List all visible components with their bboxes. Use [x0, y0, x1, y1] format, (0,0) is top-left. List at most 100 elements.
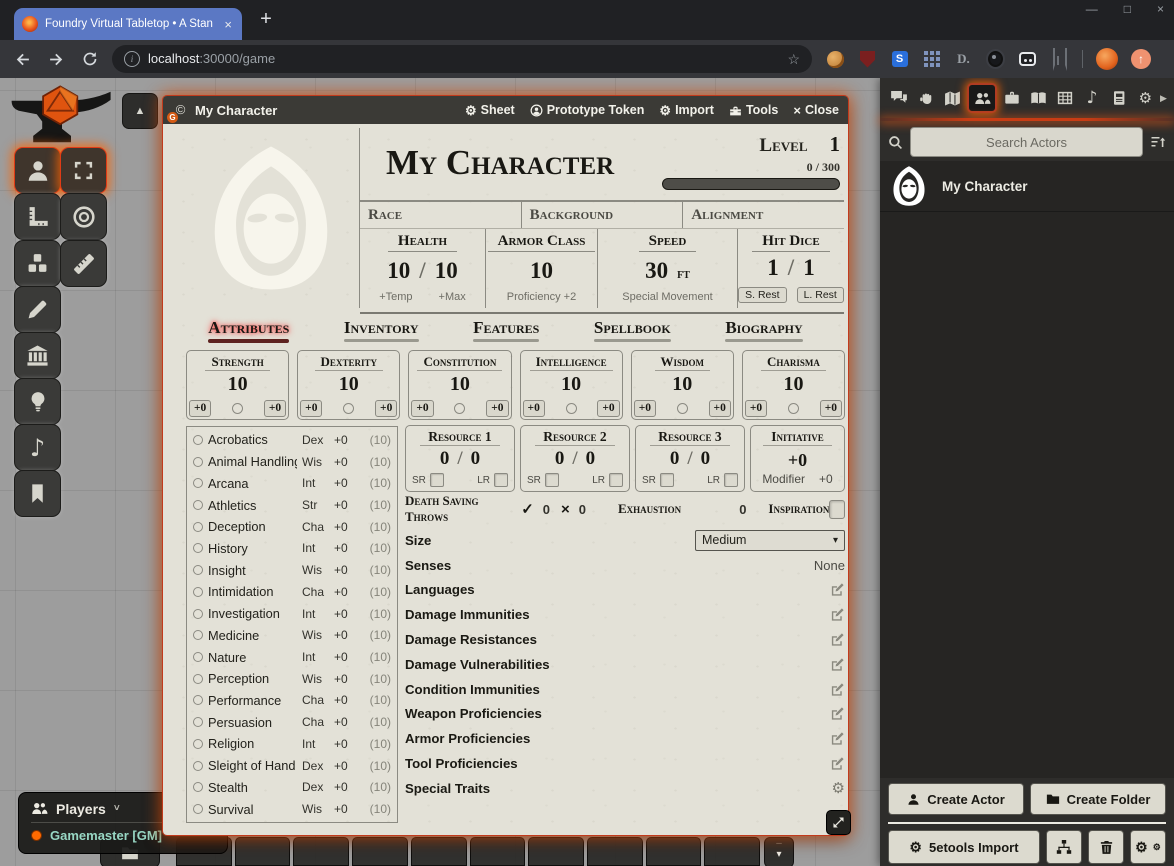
skill-proficiency-radio[interactable]: [193, 543, 203, 553]
drawing-tools[interactable]: [14, 286, 61, 333]
lighting-controls-tool[interactable]: [14, 378, 61, 425]
skill-proficiency-radio[interactable]: [193, 782, 203, 792]
skill-name[interactable]: Insight: [208, 563, 297, 578]
skill-row[interactable]: Perception Wis +0 (10): [193, 671, 391, 686]
exhaustion-value[interactable]: 0: [739, 502, 746, 517]
sound-controls-tool[interactable]: ♪: [14, 424, 61, 471]
hp-max[interactable]: 10: [435, 258, 458, 284]
skill-proficiency-radio[interactable]: [193, 717, 203, 727]
macro-slot[interactable]: [411, 837, 467, 866]
notes-controls-tool[interactable]: [14, 470, 61, 517]
ability-name[interactable]: Constitution: [417, 354, 502, 371]
skill-proficiency-radio[interactable]: [193, 522, 203, 532]
skill-proficiency-radio[interactable]: [193, 630, 203, 640]
tab-playlists[interactable]: ♪: [1080, 86, 1104, 110]
skill-row[interactable]: Stealth Dex +0 (10): [193, 780, 391, 795]
back-button[interactable]: [10, 47, 34, 71]
skill-name[interactable]: Medicine: [208, 628, 297, 643]
long-rest-button[interactable]: L. Rest: [797, 287, 844, 303]
resource-max[interactable]: 0: [701, 448, 711, 470]
death-failure-count[interactable]: 0: [579, 502, 586, 517]
death-success-icon[interactable]: ✓: [521, 500, 534, 518]
prototype-token-button[interactable]: Prototype Token: [530, 103, 645, 117]
edit-trait-icon[interactable]: [830, 756, 845, 771]
ability-name[interactable]: Strength: [205, 354, 269, 371]
initiative-modifier[interactable]: +0: [819, 472, 833, 486]
macro-slot[interactable]: [352, 837, 408, 866]
resource-max[interactable]: 0: [586, 448, 596, 470]
skill-name[interactable]: Stealth: [208, 780, 297, 795]
skill-row[interactable]: Nature Int +0 (10): [193, 650, 391, 665]
ruler-tool[interactable]: [60, 240, 107, 287]
ac-value[interactable]: 10: [530, 258, 553, 284]
tempmax-hp-label[interactable]: +Max: [439, 291, 466, 303]
save-proficiency-radio[interactable]: [232, 403, 243, 414]
ability-score[interactable]: 10: [187, 373, 288, 396]
new-tab-button[interactable]: +: [252, 6, 280, 34]
tab-features[interactable]: Features: [473, 316, 539, 342]
hd-max[interactable]: 1: [803, 255, 815, 281]
sr-checkbox[interactable]: [545, 473, 559, 487]
skill-proficiency-radio[interactable]: [193, 435, 203, 445]
tab-inventory[interactable]: Inventory: [344, 316, 419, 342]
skill-name[interactable]: Athletics: [208, 498, 297, 513]
stylus-extension-icon[interactable]: S: [890, 50, 909, 69]
measure-controls-tool[interactable]: [14, 193, 61, 240]
tab-scenes[interactable]: [940, 86, 964, 110]
skill-row[interactable]: Insight Wis +0 (10): [193, 563, 391, 578]
skill-proficiency-radio[interactable]: [193, 587, 203, 597]
skill-name[interactable]: Sleight of Hand: [208, 758, 297, 773]
d-extension-icon[interactable]: D.: [954, 50, 973, 69]
update-browser-icon[interactable]: ↑: [1131, 49, 1151, 69]
forward-button[interactable]: [44, 47, 68, 71]
folder-tree-button[interactable]: [1046, 830, 1082, 864]
profile-avatar[interactable]: [1096, 48, 1118, 70]
sr-checkbox[interactable]: [430, 473, 444, 487]
skill-row[interactable]: Deception Cha +0 (10): [193, 519, 391, 534]
skill-name[interactable]: Intimidation: [208, 584, 297, 599]
ability-score[interactable]: 10: [632, 373, 733, 396]
macro-slot[interactable]: [704, 837, 760, 866]
actor-entry[interactable]: My Character: [880, 161, 1174, 212]
lr-checkbox[interactable]: [724, 473, 738, 487]
skill-row[interactable]: Sleight of Hand Dex +0 (10): [193, 758, 391, 773]
resource-value[interactable]: 0: [670, 448, 680, 470]
ublock-extension-icon[interactable]: [858, 50, 877, 69]
search-actors-input[interactable]: [910, 127, 1143, 157]
tab-chat-log[interactable]: [887, 86, 911, 110]
sort-icon[interactable]: [1150, 134, 1166, 150]
tab-actors[interactable]: [967, 83, 997, 113]
reload-button[interactable]: [78, 47, 102, 71]
skill-name[interactable]: Deception: [208, 519, 297, 534]
skill-row[interactable]: Performance Cha +0 (10): [193, 693, 391, 708]
tab-items[interactable]: [1000, 86, 1024, 110]
skill-row[interactable]: Acrobatics Dex +0 (10): [193, 432, 391, 447]
fivetools-import-button[interactable]: ⚙ 5etools Import: [888, 830, 1040, 864]
short-rest-button[interactable]: S. Rest: [738, 287, 786, 303]
url-bar[interactable]: i localhost:30000/game ☆: [112, 45, 812, 73]
skill-proficiency-radio[interactable]: [193, 674, 203, 684]
lr-checkbox[interactable]: [609, 473, 623, 487]
skill-name[interactable]: Arcana: [208, 476, 297, 491]
skill-name[interactable]: Performance: [208, 693, 297, 708]
tab-journal[interactable]: [1027, 86, 1051, 110]
sidebar-collapse-icon[interactable]: ▶: [1160, 93, 1167, 104]
save-proficiency-radio[interactable]: [566, 403, 577, 414]
death-success-count[interactable]: 0: [543, 502, 550, 517]
token-controls-tool[interactable]: [14, 147, 61, 194]
configure-special-traits-icon[interactable]: ⚙: [832, 781, 845, 796]
wall-controls-tool[interactable]: [14, 332, 61, 379]
tile-controls-tool[interactable]: [14, 240, 61, 287]
background-field[interactable]: Background: [522, 202, 684, 228]
temp-hp-label[interactable]: +Temp: [379, 291, 412, 303]
skill-name[interactable]: History: [208, 541, 297, 556]
ability-name[interactable]: Intelligence: [530, 354, 613, 371]
skill-proficiency-radio[interactable]: [193, 652, 203, 662]
ability-name[interactable]: Dexterity: [315, 354, 383, 371]
resource-label[interactable]: Resource 3: [650, 429, 729, 446]
save-proficiency-radio[interactable]: [454, 403, 465, 414]
macro-slot[interactable]: [470, 837, 526, 866]
inspiration-checkbox[interactable]: [829, 500, 845, 519]
browser-tab[interactable]: Foundry Virtual Tabletop • A Stan ×: [14, 8, 242, 40]
skill-name[interactable]: Animal Handling: [208, 454, 297, 469]
